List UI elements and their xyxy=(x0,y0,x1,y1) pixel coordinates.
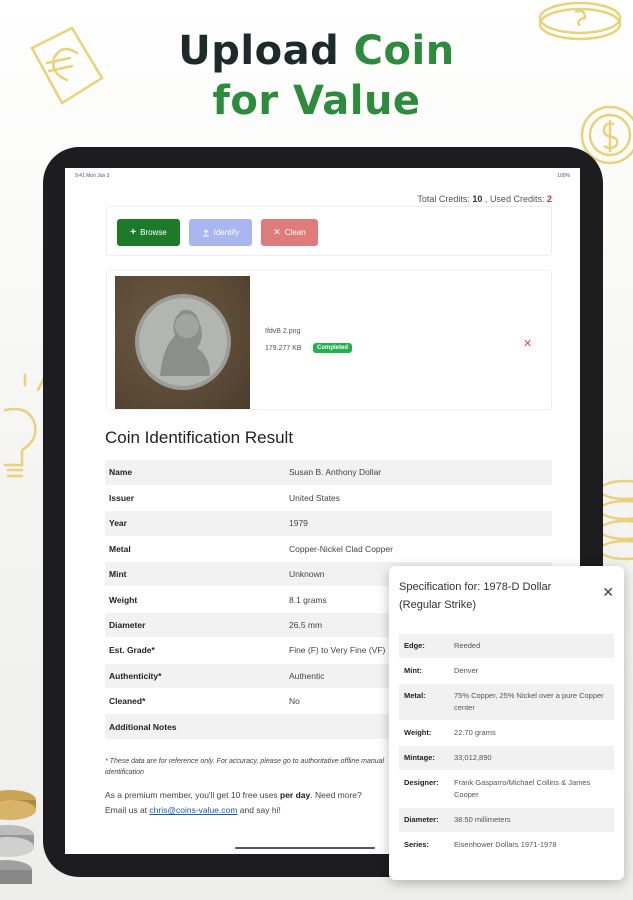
upload-icon xyxy=(202,228,209,236)
close-icon: ✕ xyxy=(273,227,281,237)
row-key: Metal xyxy=(105,536,285,563)
row-key: Additional Notes xyxy=(105,713,285,740)
row-key: Authenticity* xyxy=(105,663,285,690)
row-key: Cleaned* xyxy=(105,688,285,715)
table-row: Mintage: 33,012,890 xyxy=(399,745,614,771)
row-key: Series: xyxy=(399,832,449,858)
table-row: Edge: Reeded xyxy=(399,634,614,659)
row-value: United States xyxy=(285,485,552,512)
row-key: Est. Grade* xyxy=(105,637,285,664)
status-battery: 100% xyxy=(557,173,570,179)
total-credits-value: 10 xyxy=(472,194,483,204)
headline-line-2: for Value xyxy=(212,78,421,124)
coin-stack-image xyxy=(0,790,36,884)
table-row: Diameter: 38.50 millimeters xyxy=(399,807,614,833)
status-bar: 9:41 Mon Jun 3 100% xyxy=(65,168,580,184)
row-value: 75% Copper, 25% Nickel over a pure Coppe… xyxy=(449,683,614,721)
popup-title: Specification for: 1978-D Dollar (Regula… xyxy=(399,581,552,611)
uploaded-file-card: IfdvB 2.png 179.277 KB Completed ✕ xyxy=(106,270,552,410)
reference-note: * These data are for reference only. For… xyxy=(105,758,385,776)
row-value: Denver xyxy=(449,658,614,684)
premium-text: As a premium member, you'll get 10 free … xyxy=(105,790,281,800)
identify-label: Identify xyxy=(213,228,240,237)
premium-bold: per day xyxy=(280,790,311,800)
specification-popup: Specification for: 1978-D Dollar (Regula… xyxy=(389,566,624,880)
identify-button[interactable]: Identify xyxy=(189,219,252,246)
row-value: Frank Gasparro/Michael Collins & James C… xyxy=(449,770,614,808)
table-row: Metal Copper-Nickel Clad Copper xyxy=(105,536,552,563)
table-row: Designer: Frank Gasparro/Michael Collins … xyxy=(399,770,614,808)
row-key: Diameter xyxy=(105,612,285,639)
headline-dark-text: Upload xyxy=(178,28,354,74)
row-key: Edge: xyxy=(399,634,449,659)
table-row: Series: Eisenhower Dollars 1971-1978 xyxy=(399,832,614,858)
plus-icon: + xyxy=(130,227,137,238)
status-time: 9:41 Mon Jun 3 xyxy=(75,173,110,179)
row-key: Mint: xyxy=(399,658,449,684)
table-row: Mint: Denver xyxy=(399,658,614,684)
credits-summary: Total Credits: 10 , Used Credits: 2 xyxy=(417,194,552,204)
table-row: Weight: 22.70 grams xyxy=(399,720,614,746)
row-key: Issuer xyxy=(105,485,285,512)
email-link[interactable]: chris@coins-value.com xyxy=(149,805,237,815)
file-size: 179.277 KB xyxy=(265,345,302,352)
row-value: 38.50 millimeters xyxy=(449,807,614,833)
row-value: 33,012,890 xyxy=(449,745,614,771)
row-value: 1979 xyxy=(285,510,552,537)
headline-green-text: Coin xyxy=(353,28,455,74)
result-title: Coin Identification Result xyxy=(105,428,294,447)
row-key: Metal: xyxy=(399,683,449,721)
row-key: Designer: xyxy=(399,770,449,808)
email-prefix: Email us at xyxy=(105,805,150,815)
used-credits-label: Used Credits: xyxy=(489,194,545,204)
file-name: IfdvB 2.png xyxy=(265,328,301,335)
table-row: Issuer United States xyxy=(105,485,552,512)
premium-text-after: . Need more? xyxy=(310,790,362,800)
row-key: Weight xyxy=(105,586,285,613)
clean-label: Clean xyxy=(284,228,306,237)
close-icon[interactable]: ✕ xyxy=(602,584,614,601)
row-value: Copper-Nickel Clad Copper xyxy=(285,536,552,563)
row-value: Susan B. Anthony Dollar xyxy=(285,460,552,486)
credits-separator: , xyxy=(484,194,488,204)
lightbulb-doodle xyxy=(3,373,45,478)
row-value: Eisenhower Dollars 1971-1978 xyxy=(449,832,614,858)
total-credits-label: Total Credits: xyxy=(417,194,470,204)
home-indicator xyxy=(235,847,375,849)
premium-info: As a premium member, you'll get 10 free … xyxy=(105,788,395,818)
row-key: Diameter: xyxy=(399,807,449,833)
table-row: Year 1979 xyxy=(105,510,552,537)
row-key: Weight: xyxy=(399,720,449,746)
coin-image xyxy=(135,294,231,390)
used-credits-value: 2 xyxy=(546,194,552,204)
row-key: Mint xyxy=(105,561,285,588)
clean-button[interactable]: ✕ Clean xyxy=(261,219,318,246)
row-value: 22.70 grams xyxy=(449,720,614,746)
row-key: Mintage: xyxy=(399,745,449,771)
table-row: Name Susan B. Anthony Dollar xyxy=(105,460,552,486)
upload-toolbar: + Browse Identify ✕ Clean xyxy=(106,206,552,256)
headline: Upload Coin for Value xyxy=(0,26,633,126)
spec-table: Edge: Reeded Mint: Denver Metal: 75% Copper, … xyxy=(399,634,614,858)
row-value: Reeded xyxy=(449,634,614,659)
headline-line-1: Upload Coin xyxy=(0,26,633,76)
row-key: Year xyxy=(105,510,285,537)
row-key: Name xyxy=(105,460,285,486)
coin-photo xyxy=(115,276,250,409)
remove-file-icon[interactable]: ✕ xyxy=(523,337,532,350)
browse-button[interactable]: + Browse xyxy=(117,219,180,246)
browse-label: Browse xyxy=(140,228,167,237)
email-suffix: and say hi! xyxy=(237,805,281,815)
status-badge: Completed xyxy=(313,343,353,353)
table-row: Metal: 75% Copper, 25% Nickel over a pure… xyxy=(399,683,614,721)
